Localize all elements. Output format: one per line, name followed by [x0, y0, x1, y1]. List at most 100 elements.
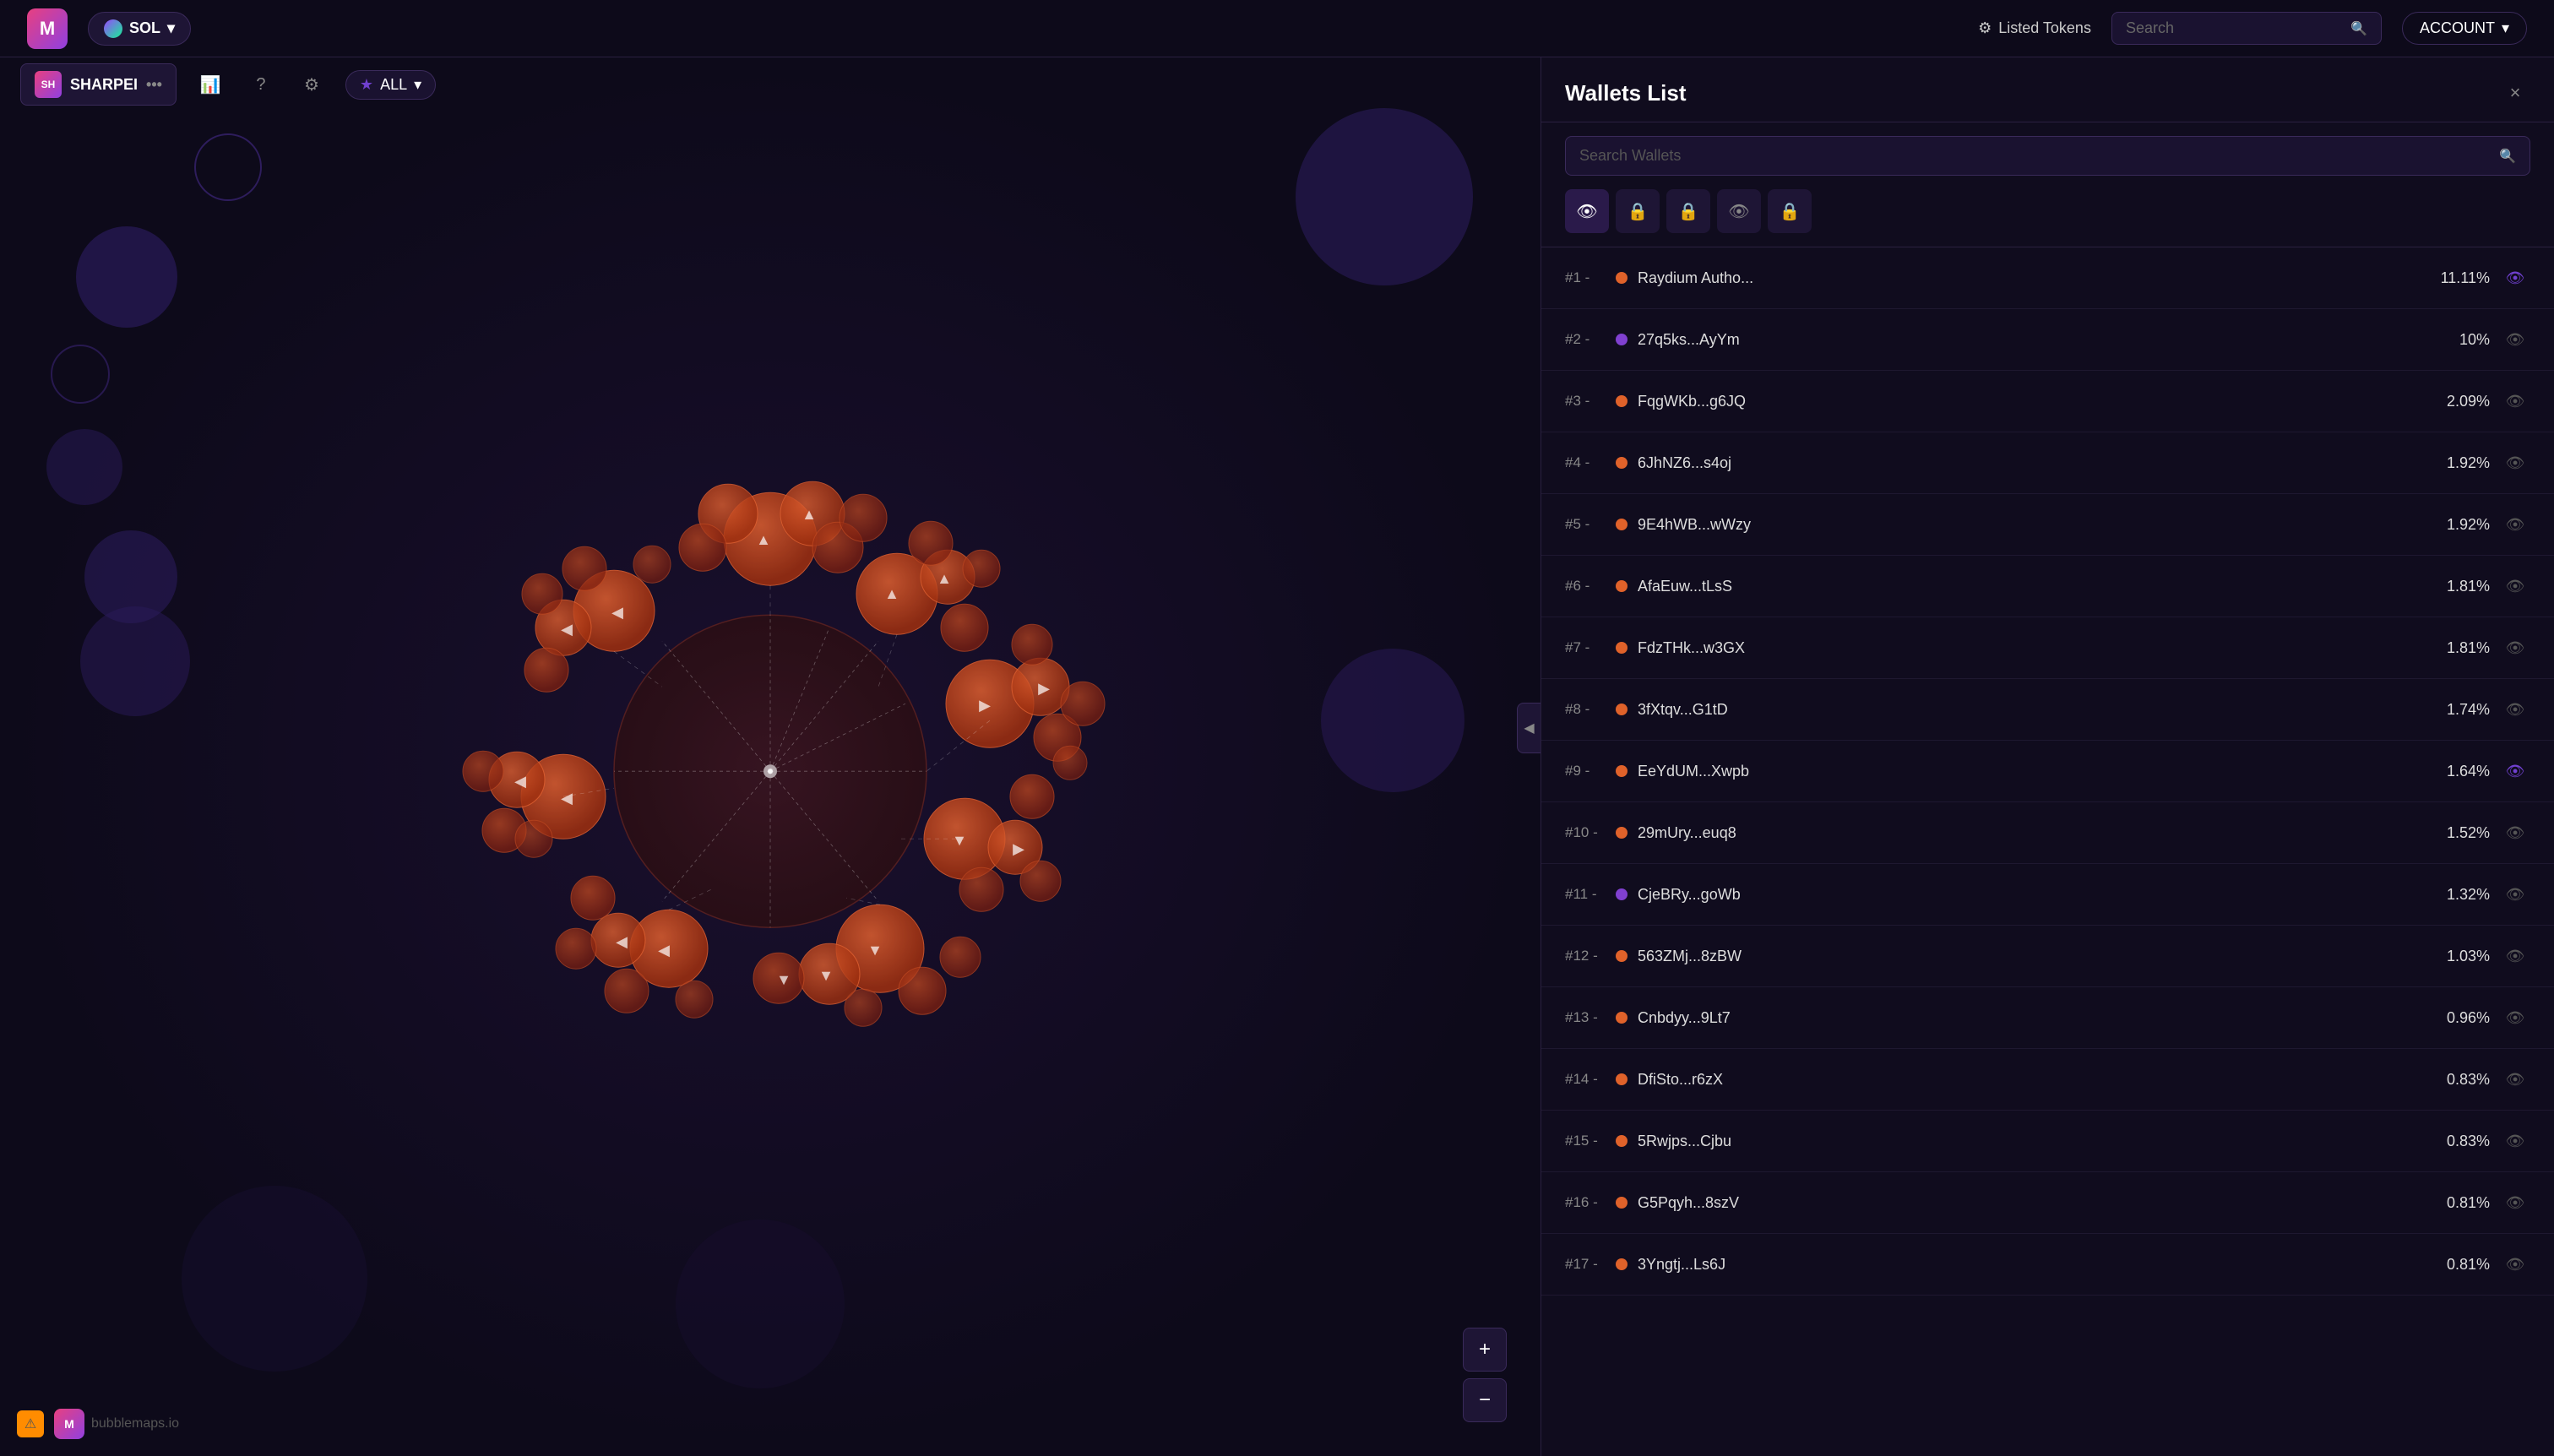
- wallets-search-input[interactable]: [1579, 147, 2491, 165]
- wallet-percentage: 1.81%: [2431, 578, 2490, 595]
- filter-row: 👁 🔒 🔒 👁 🔒: [1541, 189, 2554, 247]
- wallet-dot: [1616, 1135, 1627, 1147]
- wallet-item[interactable]: #3 - FqgWKb...g6JQ 2.09% 👁: [1541, 371, 2554, 432]
- wallet-name: FdzTHk...w3GX: [1638, 639, 2421, 657]
- filter-locked-btn-1[interactable]: 🔒: [1616, 189, 1660, 233]
- wallet-visibility-toggle[interactable]: 👁: [2500, 509, 2530, 540]
- wallet-visibility-toggle[interactable]: 👁: [2500, 818, 2530, 848]
- filter-locked-btn-3[interactable]: 🔒: [1768, 189, 1812, 233]
- wallet-item[interactable]: #11 - CjeBRy...goWb 1.32% 👁: [1541, 864, 2554, 926]
- filter-locked-btn-2[interactable]: 🔒: [1666, 189, 1710, 233]
- listed-tokens-label: Listed Tokens: [1998, 19, 2091, 37]
- wallet-visibility-toggle[interactable]: 👁: [2500, 633, 2530, 663]
- wallet-rank: #4 -: [1565, 454, 1606, 471]
- svg-text:▼: ▼: [952, 832, 967, 849]
- wallet-dot: [1616, 580, 1627, 592]
- search-bar[interactable]: 🔍: [2111, 12, 2382, 45]
- float-circle-1: [194, 133, 262, 201]
- wallet-item[interactable]: #4 - 6JhNZ6...s4oj 1.92% 👁: [1541, 432, 2554, 494]
- wallet-name: 563ZMj...8zBW: [1638, 948, 2421, 965]
- chart-icon-btn[interactable]: 📊: [193, 68, 227, 101]
- logo-icon: M: [27, 8, 68, 49]
- search-input[interactable]: [2126, 19, 2342, 37]
- wallet-dot: [1616, 334, 1627, 345]
- wallet-name: 9E4hWB...wWzy: [1638, 516, 2421, 534]
- wallet-item[interactable]: #15 - 5Rwjps...Cjbu 0.83% 👁: [1541, 1111, 2554, 1172]
- wallet-rank: #16 -: [1565, 1194, 1606, 1211]
- listed-tokens-button[interactable]: ⚙ Listed Tokens: [1978, 19, 2091, 37]
- wallet-visibility-toggle[interactable]: 👁: [2500, 1126, 2530, 1156]
- panel-toggle-button[interactable]: ◀: [1517, 703, 1541, 753]
- wallet-rank: #13 -: [1565, 1009, 1606, 1026]
- float-circle-4: [46, 429, 122, 505]
- wallet-percentage: 1.52%: [2431, 824, 2490, 842]
- wallet-visibility-toggle[interactable]: 👁: [2500, 879, 2530, 910]
- wallet-item[interactable]: #16 - G5Pqyh...8szV 0.81% 👁: [1541, 1172, 2554, 1234]
- zoom-in-button[interactable]: +: [1463, 1328, 1507, 1372]
- wallet-item[interactable]: #10 - 29mUry...euq8 1.52% 👁: [1541, 802, 2554, 864]
- wallet-item[interactable]: #17 - 3Yngtj...Ls6J 0.81% 👁: [1541, 1234, 2554, 1296]
- wallet-item[interactable]: #14 - DfiSto...r6zX 0.83% 👁: [1541, 1049, 2554, 1111]
- wallet-name: EeYdUM...Xwpb: [1638, 763, 2421, 780]
- account-button[interactable]: ACCOUNT ▾: [2402, 12, 2527, 45]
- wallet-item[interactable]: #8 - 3fXtqv...G1tD 1.74% 👁: [1541, 679, 2554, 741]
- wallet-name: SHARPEI: [70, 76, 138, 94]
- svg-text:▶: ▶: [1038, 680, 1050, 697]
- main-canvas: ▲ ▲ ▶ ▼ ▼ ◀ ◀ ◀ ▲ ▲ ▼ ▶ ▶ ▼ ◀ ◀ ◀ + −: [0, 57, 1541, 1456]
- wallet-rank: #6 -: [1565, 578, 1606, 595]
- wallet-dot: [1616, 457, 1627, 469]
- wallet-item[interactable]: #5 - 9E4hWB...wWzy 1.92% 👁: [1541, 494, 2554, 556]
- wallet-visibility-toggle[interactable]: 👁: [2500, 263, 2530, 293]
- wallet-visibility-toggle[interactable]: 👁: [2500, 1249, 2530, 1279]
- wallet-dot: [1616, 765, 1627, 777]
- wallet-name: FqgWKb...g6JQ: [1638, 393, 2421, 410]
- wallet-dot: [1616, 950, 1627, 962]
- chain-dropdown-icon: ▾: [167, 19, 175, 37]
- wallet-rank: #11 -: [1565, 886, 1606, 903]
- search-icon: 🔍: [2350, 20, 2367, 37]
- float-circle-10: [676, 1220, 845, 1388]
- wallet-visibility-toggle[interactable]: 👁: [2500, 1002, 2530, 1033]
- wallet-name: Cnbdyy...9Lt7: [1638, 1009, 2421, 1027]
- wallet-dot: [1616, 272, 1627, 284]
- filter-hidden-btn[interactable]: 👁: [1717, 189, 1761, 233]
- float-circle-6: [80, 606, 190, 716]
- wallet-visibility-toggle[interactable]: 👁: [2500, 571, 2530, 601]
- all-label: ALL: [380, 76, 407, 94]
- wallet-visibility-toggle[interactable]: 👁: [2500, 324, 2530, 355]
- wallet-visibility-toggle[interactable]: 👁: [2500, 1064, 2530, 1095]
- wallet-visibility-toggle[interactable]: 👁: [2500, 694, 2530, 725]
- wallet-visibility-toggle[interactable]: 👁: [2500, 756, 2530, 786]
- wallet-percentage: 0.96%: [2431, 1009, 2490, 1027]
- help-icon-btn[interactable]: ?: [244, 68, 278, 101]
- all-filter-btn[interactable]: ★ ALL ▾: [345, 70, 436, 100]
- wallet-item[interactable]: #13 - Cnbdyy...9Lt7 0.96% 👁: [1541, 987, 2554, 1049]
- wallet-name: 3Yngtj...Ls6J: [1638, 1256, 2421, 1274]
- watermark: ⚠ M bubblemaps.io: [17, 1409, 179, 1439]
- wallet-visibility-toggle[interactable]: 👁: [2500, 1187, 2530, 1218]
- float-circle-7: [1296, 108, 1473, 285]
- svg-text:▲: ▲: [756, 531, 771, 548]
- wallet-badge[interactable]: SH SHARPEI •••: [20, 63, 177, 106]
- wallet-item[interactable]: #2 - 27q5ks...AyYm 10% 👁: [1541, 309, 2554, 371]
- filter-visible-btn[interactable]: 👁: [1565, 189, 1609, 233]
- wallet-dot: [1616, 827, 1627, 839]
- wallet-item[interactable]: #1 - Raydium Autho... 11.11% 👁: [1541, 247, 2554, 309]
- wallet-percentage: 0.83%: [2431, 1071, 2490, 1089]
- settings-icon-btn[interactable]: ⚙: [295, 68, 329, 101]
- zoom-out-button[interactable]: −: [1463, 1378, 1507, 1422]
- wallet-visibility-toggle[interactable]: 👁: [2500, 448, 2530, 478]
- wallet-rank: #17 -: [1565, 1256, 1606, 1273]
- wallet-item[interactable]: #6 - AfaEuw...tLsS 1.81% 👁: [1541, 556, 2554, 617]
- chain-selector[interactable]: SOL ▾: [88, 12, 191, 46]
- listed-tokens-star: ⚙: [1978, 19, 1992, 37]
- logo[interactable]: M: [27, 8, 68, 49]
- wallet-visibility-toggle[interactable]: 👁: [2500, 386, 2530, 416]
- wallet-visibility-toggle[interactable]: 👁: [2500, 941, 2530, 971]
- wallet-name: 27q5ks...AyYm: [1638, 331, 2421, 349]
- wallet-item[interactable]: #9 - EeYdUM...Xwpb 1.64% 👁: [1541, 741, 2554, 802]
- close-wallets-button[interactable]: ×: [2500, 78, 2530, 108]
- wallet-item[interactable]: #7 - FdzTHk...w3GX 1.81% 👁: [1541, 617, 2554, 679]
- wallet-item[interactable]: #12 - 563ZMj...8zBW 1.03% 👁: [1541, 926, 2554, 987]
- wallets-search-bar[interactable]: 🔍: [1565, 136, 2530, 176]
